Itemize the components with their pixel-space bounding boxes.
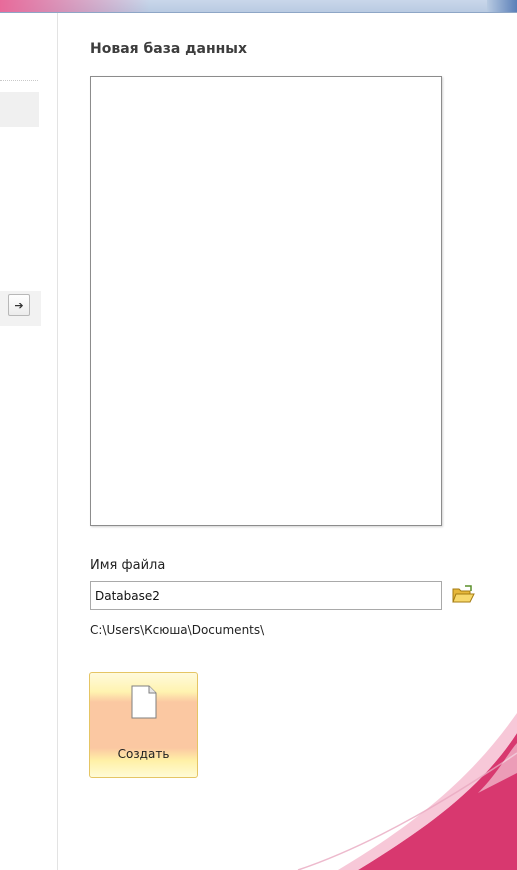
title-strip-accent — [0, 0, 150, 12]
go-button[interactable]: ➔ — [8, 294, 30, 316]
browse-folder-button[interactable] — [451, 584, 475, 606]
file-name-label: Имя файла — [90, 558, 166, 573]
title-strip-corner — [487, 0, 517, 12]
file-path: C:\Users\Ксюша\Documents\ — [90, 623, 265, 637]
create-button[interactable]: Создать — [89, 672, 198, 778]
folder-open-icon — [452, 585, 475, 603]
templates-pane: ➔ — [0, 13, 58, 870]
window-title-strip — [0, 0, 517, 13]
selected-category-strip[interactable] — [0, 92, 39, 127]
blank-document-icon — [131, 685, 157, 719]
create-button-label: Создать — [117, 747, 170, 761]
template-preview — [90, 76, 442, 526]
file-name-input[interactable] — [90, 581, 442, 610]
new-database-panel: Новая база данных Имя файла C:\Users\Ксю… — [58, 13, 517, 870]
pane-divider — [0, 80, 38, 81]
arrow-right-icon: ➔ — [14, 298, 24, 312]
page-title: Новая база данных — [90, 41, 247, 57]
